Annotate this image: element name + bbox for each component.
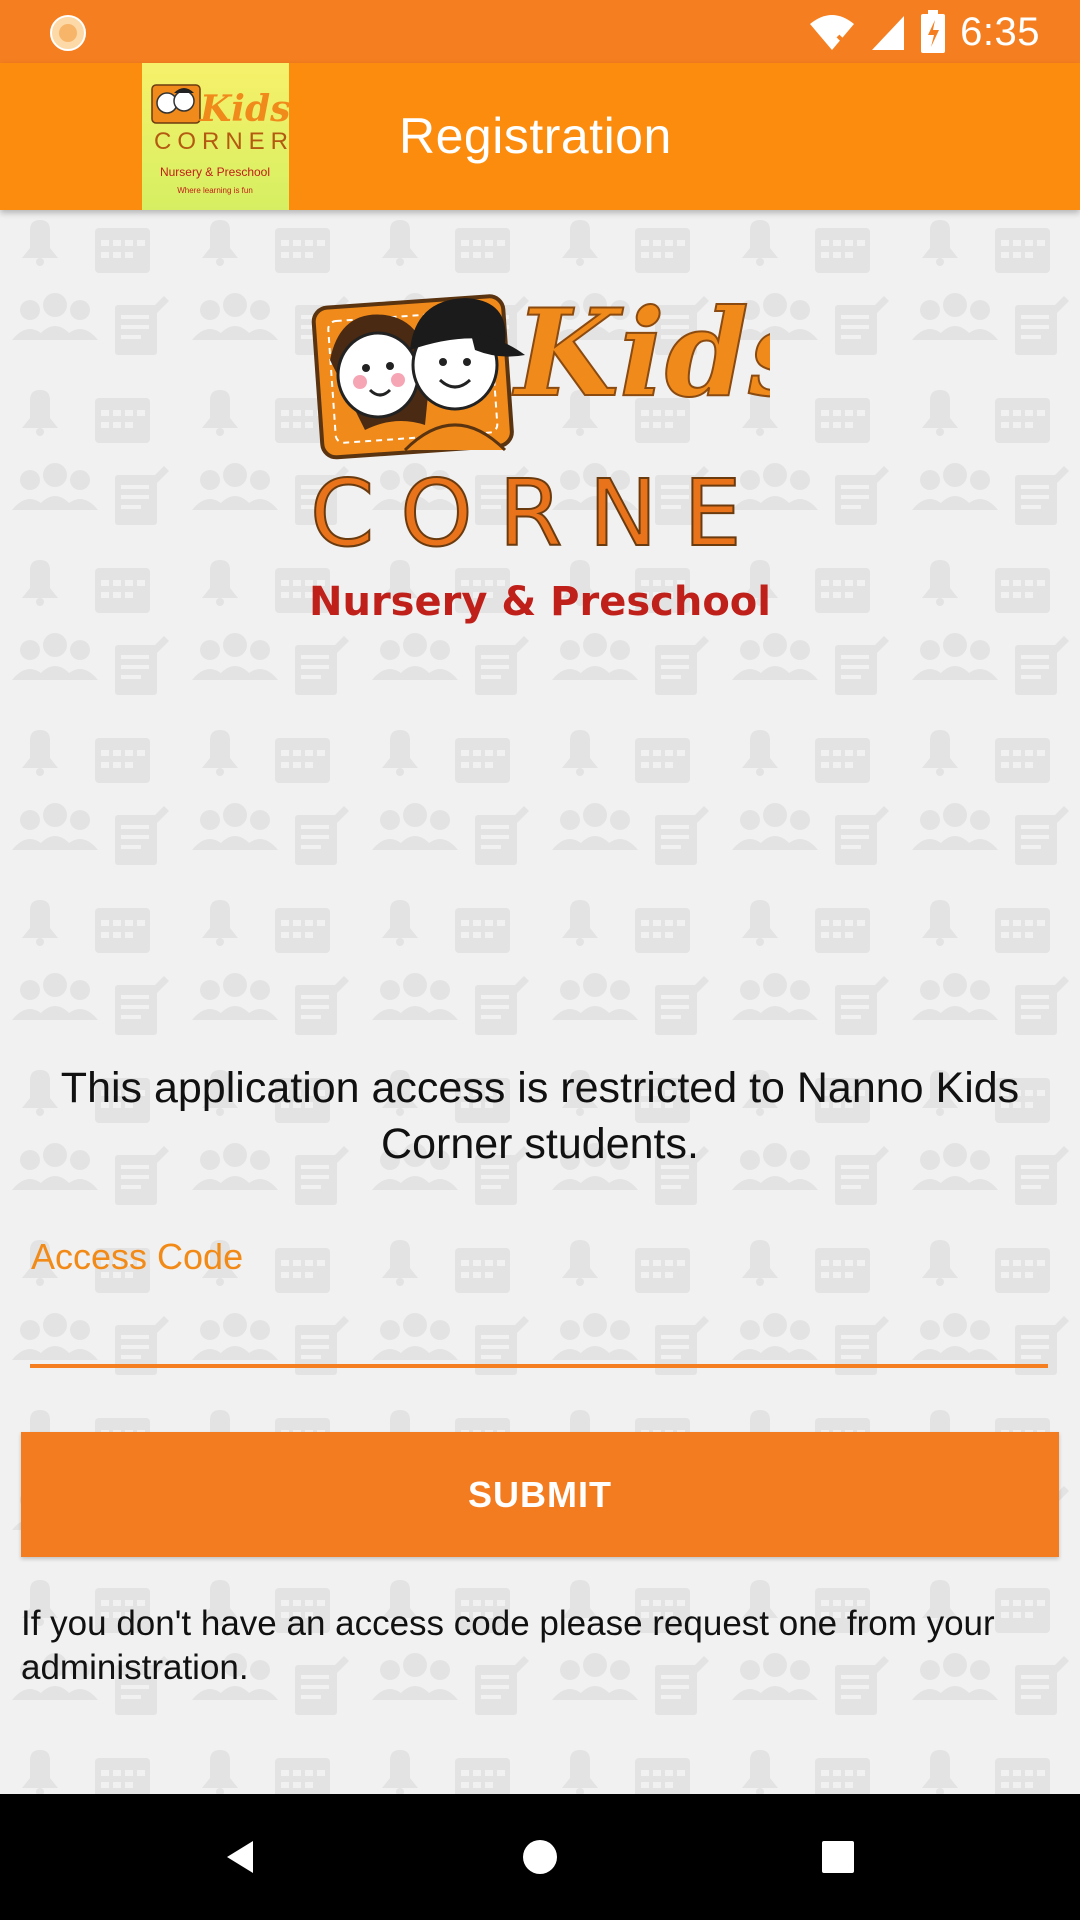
screen: 6:35 Kids CORNER Nursery & Preschool Whe… bbox=[0, 0, 1080, 1920]
status-time: 6:35 bbox=[960, 9, 1040, 54]
svg-text:Nursery & Preschool: Nursery & Preschool bbox=[310, 579, 770, 625]
app-bar-logo[interactable]: Kids CORNER Nursery & Preschool Where le… bbox=[142, 63, 289, 210]
svg-text:CORNER: CORNER bbox=[154, 128, 289, 155]
main-logo: Kids CORNER Nursery & Preschool bbox=[310, 282, 770, 625]
wifi-off-icon bbox=[810, 15, 855, 50]
svg-text:CORNER: CORNER bbox=[310, 460, 770, 567]
recents-icon[interactable] bbox=[803, 1822, 873, 1892]
battery-charging-icon bbox=[921, 10, 946, 53]
submit-button[interactable]: SUBMIT bbox=[21, 1432, 1059, 1557]
access-code-input[interactable] bbox=[30, 1290, 1048, 1368]
status-icons: 6:35 bbox=[808, 8, 1040, 56]
home-icon[interactable] bbox=[505, 1822, 575, 1892]
navigation-bar bbox=[0, 1794, 1080, 1920]
svg-text:Nursery & Preschool: Nursery & Preschool bbox=[160, 165, 270, 179]
svg-text:Where learning is fun: Where learning is fun bbox=[177, 186, 253, 195]
signal-icon bbox=[872, 16, 905, 50]
access-code-label: Access Code bbox=[31, 1236, 244, 1277]
page-title: Registration bbox=[399, 108, 672, 164]
svg-text:Kids: Kids bbox=[199, 88, 289, 130]
restriction-notice: This application access is restricted to… bbox=[60, 1064, 1020, 1168]
svg-text:Kids: Kids bbox=[512, 283, 770, 424]
status-bar: 6:35 bbox=[0, 0, 1080, 63]
back-icon[interactable] bbox=[206, 1822, 276, 1892]
help-text: If you don't have an access code please … bbox=[21, 1604, 995, 1687]
app-bar: Kids CORNER Nursery & Preschool Where le… bbox=[0, 63, 1080, 210]
notification-circle-icon bbox=[50, 15, 86, 51]
